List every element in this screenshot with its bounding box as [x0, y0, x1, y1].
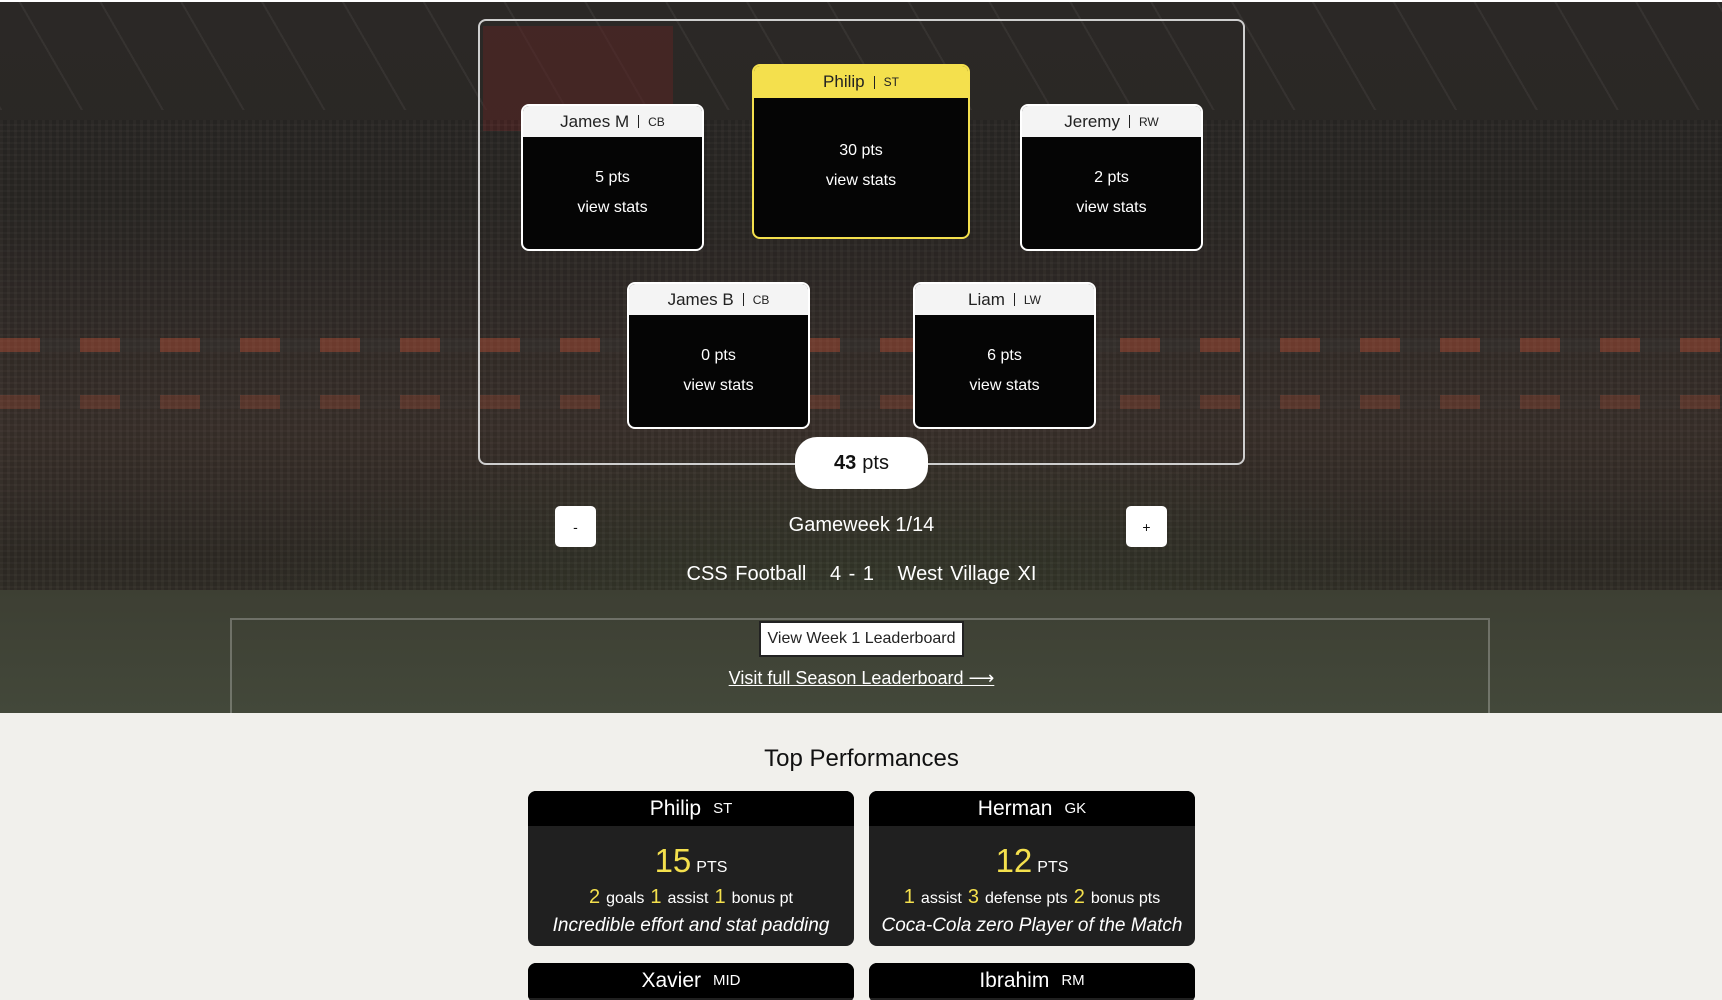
total-points-unit: pts: [862, 451, 889, 474]
week-leaderboard-button[interactable]: View Week 1 Leaderboard: [759, 621, 964, 657]
points-unit: PTS: [696, 859, 728, 876]
total-points-pill: 43 pts: [795, 437, 928, 489]
stat-label: defense pts: [984, 890, 1068, 907]
player-card-header: James M CB: [523, 106, 702, 137]
player-position: CB: [648, 114, 665, 129]
previous-gameweek-button[interactable]: -: [555, 506, 596, 547]
view-stats-link[interactable]: view stats: [754, 166, 968, 196]
performer-position: GK: [1064, 800, 1087, 817]
performance-card-header: Xavier MID: [528, 963, 854, 998]
performance-card-header: Herman GK: [869, 791, 1195, 826]
home-team: CSS Football: [686, 563, 807, 585]
stat-label: assist: [667, 890, 709, 907]
next-gameweek-button[interactable]: +: [1126, 506, 1167, 547]
divider: [742, 293, 744, 306]
player-card-header: Jeremy RW: [1022, 106, 1201, 137]
player-position: CB: [752, 292, 770, 307]
player-card-liam[interactable]: Liam LW 6 pts view stats: [913, 282, 1096, 429]
divider: [1128, 115, 1130, 128]
player-card-header: Liam LW: [915, 284, 1094, 315]
performer-stats: 2 goals 1 assist 1 bonus pt: [528, 886, 854, 909]
performance-card-philip: Philip ST 15 PTS 2 goals 1 assist 1 bonu…: [528, 791, 854, 946]
performer-name: Philip: [649, 796, 702, 820]
performer-position: ST: [713, 800, 733, 817]
stat-value: 1: [903, 886, 915, 908]
player-points: 5 pts: [595, 169, 630, 186]
performance-card-header: Ibrahim RM: [869, 963, 1195, 998]
divider: [873, 75, 875, 89]
player-card-philip[interactable]: Philip ST 30 pts view stats: [752, 64, 970, 239]
stat-value: 1: [714, 886, 726, 908]
away-team: West Village XI: [897, 563, 1037, 585]
player-name: Jeremy: [1064, 111, 1120, 131]
player-points: 0 pts: [701, 347, 736, 364]
performer-stats: 1 assist 3 defense pts 2 bonus pts: [869, 886, 1195, 909]
stat-label: goals: [606, 890, 645, 907]
player-name: Philip: [823, 72, 865, 91]
view-stats-link[interactable]: view stats: [1022, 193, 1201, 223]
performer-name: Ibrahim: [979, 968, 1050, 992]
player-card-header: James B CB: [629, 284, 808, 315]
player-points: 2 pts: [1094, 169, 1129, 186]
stat-value: 3: [967, 886, 979, 908]
player-card-james-b[interactable]: James B CB 0 pts view stats: [627, 282, 810, 429]
stat-value: 2: [589, 886, 601, 908]
stat-label: bonus pts: [1090, 890, 1161, 907]
gameweek-label: Gameweek 1/14: [788, 514, 935, 536]
performer-points: 15: [654, 842, 692, 879]
player-position: LW: [1023, 292, 1041, 307]
points-unit: PTS: [1037, 859, 1069, 876]
view-stats-link[interactable]: view stats: [629, 371, 808, 401]
stat-value: 2: [1073, 886, 1085, 908]
top-border: [0, 0, 1722, 2]
player-position: RW: [1138, 114, 1159, 129]
performer-name: Herman: [977, 796, 1053, 820]
player-position: ST: [883, 75, 899, 89]
total-points-value: 43: [834, 451, 857, 474]
performance-card-header: Philip ST: [528, 791, 854, 826]
stat-value: 1: [650, 886, 662, 908]
player-points: 6 pts: [987, 347, 1022, 364]
performance-card-ibrahim: Ibrahim RM: [869, 963, 1195, 1000]
performance-card-herman: Herman GK 12 PTS 1 assist 3 defense pts …: [869, 791, 1195, 946]
performer-position: MID: [713, 972, 741, 989]
view-stats-link[interactable]: view stats: [523, 193, 702, 223]
performer-note: Incredible effort and stat padding: [552, 915, 830, 936]
player-points: 30 pts: [839, 142, 883, 159]
performer-points: 12: [995, 842, 1033, 879]
divider: [1013, 293, 1015, 306]
player-name: Liam: [968, 289, 1005, 309]
stat-label: assist: [920, 890, 962, 907]
player-card-jeremy[interactable]: Jeremy RW 2 pts view stats: [1020, 104, 1203, 251]
stat-label: bonus pt: [731, 890, 793, 907]
player-name: James B: [667, 289, 734, 309]
season-leaderboard-link[interactable]: Visit full Season Leaderboard ⟶: [700, 668, 1023, 689]
performer-note: Coca-Cola zero Player of the Match: [881, 915, 1183, 936]
performance-card-xavier: Xavier MID: [528, 963, 854, 1000]
match-result: CSS Football 4 - 1 West Village XI: [620, 563, 1103, 586]
player-card-james-m[interactable]: James M CB 5 pts view stats: [521, 104, 704, 251]
performer-position: RM: [1061, 972, 1085, 989]
top-performances-title: Top Performances: [764, 745, 959, 772]
view-stats-link[interactable]: view stats: [915, 371, 1094, 401]
match-score: 4 - 1: [829, 563, 874, 585]
player-card-header: Philip ST: [754, 66, 968, 98]
divider: [638, 115, 640, 128]
player-name: James M: [560, 111, 630, 131]
performer-name: Xavier: [641, 968, 702, 992]
